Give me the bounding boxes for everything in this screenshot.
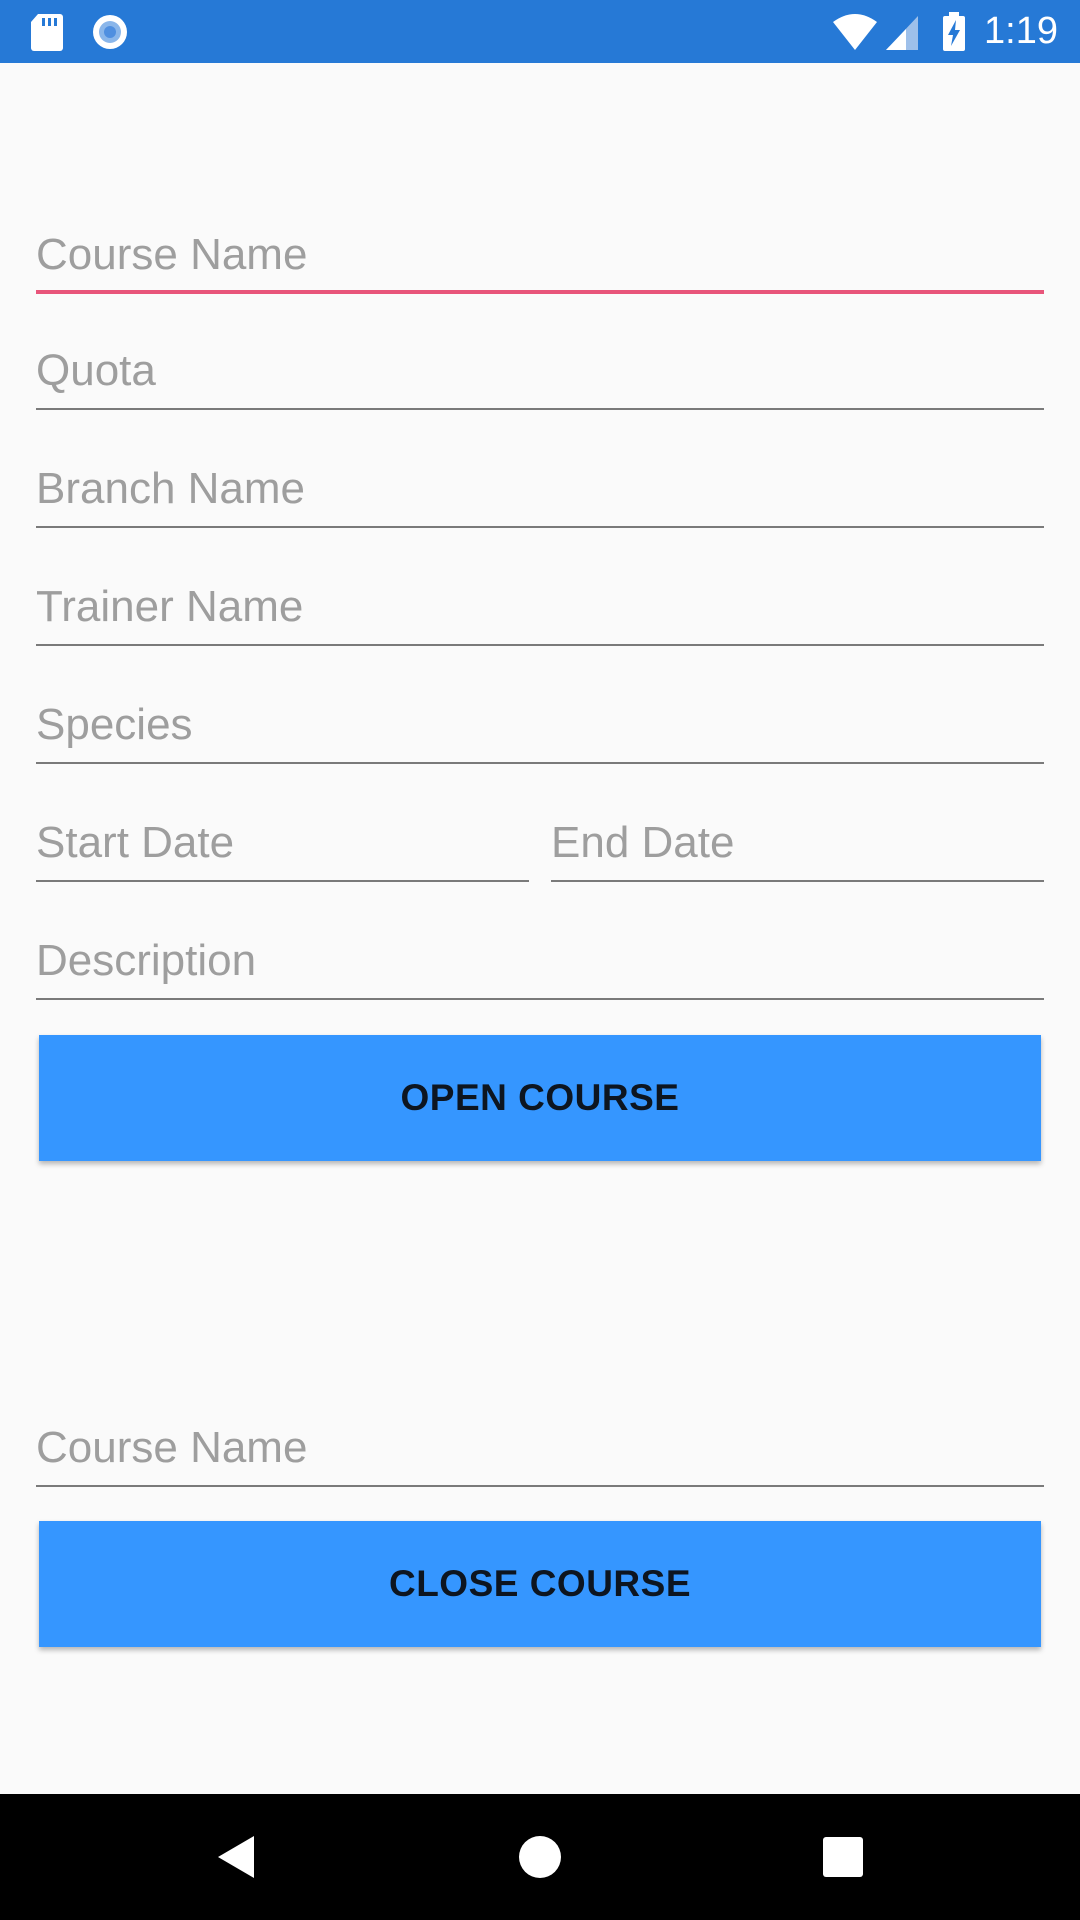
species-placeholder: Species <box>36 700 193 749</box>
course-name-placeholder: Course Name <box>36 230 308 279</box>
open-course-button[interactable]: OPEN COURSE <box>39 1035 1041 1161</box>
status-bar: 1:19 <box>0 0 1080 63</box>
quota-underline <box>36 408 1044 410</box>
end-date-placeholder: End Date <box>551 818 735 867</box>
description-placeholder: Description <box>36 936 257 985</box>
start-date-underline <box>36 880 529 882</box>
description-underline <box>36 998 1044 1000</box>
home-icon[interactable] <box>513 1830 567 1884</box>
course-name-input[interactable]: Course Name <box>36 218 1044 294</box>
close-course-name-input[interactable]: Course Name <box>36 1411 1044 1487</box>
course-name-underline <box>36 290 1044 294</box>
branch-name-underline <box>36 526 1044 528</box>
cell-signal-icon <box>886 16 918 50</box>
end-date-input[interactable]: End Date <box>551 806 1044 882</box>
branch-name-input[interactable]: Branch Name <box>36 452 1044 528</box>
start-date-input[interactable]: Start Date <box>36 806 529 882</box>
trainer-name-placeholder: Trainer Name <box>36 582 304 631</box>
sd-card-icon <box>31 14 63 51</box>
record-circle-icon <box>93 15 127 49</box>
navigation-bar <box>0 1794 1080 1920</box>
battery-charging-icon <box>943 12 965 51</box>
wifi-icon <box>833 14 877 50</box>
branch-name-placeholder: Branch Name <box>36 464 306 513</box>
recents-icon[interactable] <box>816 1830 870 1884</box>
close-course-name-placeholder: Course Name <box>36 1423 308 1472</box>
course-screen: 1:19 Course Name Quota Branch Name Train… <box>0 0 1080 1920</box>
close-course-name-underline <box>36 1485 1044 1487</box>
quota-placeholder: Quota <box>36 346 156 395</box>
status-time: 1:19 <box>984 10 1058 52</box>
description-input[interactable]: Description <box>36 924 1044 1000</box>
end-date-underline <box>551 880 1044 882</box>
trainer-name-input[interactable]: Trainer Name <box>36 570 1044 646</box>
trainer-name-underline <box>36 644 1044 646</box>
species-underline <box>36 762 1044 764</box>
close-course-button[interactable]: CLOSE COURSE <box>39 1521 1041 1647</box>
quota-input[interactable]: Quota <box>36 334 1044 410</box>
species-input[interactable]: Species <box>36 688 1044 764</box>
start-date-placeholder: Start Date <box>36 818 235 867</box>
back-icon[interactable] <box>210 1830 264 1884</box>
